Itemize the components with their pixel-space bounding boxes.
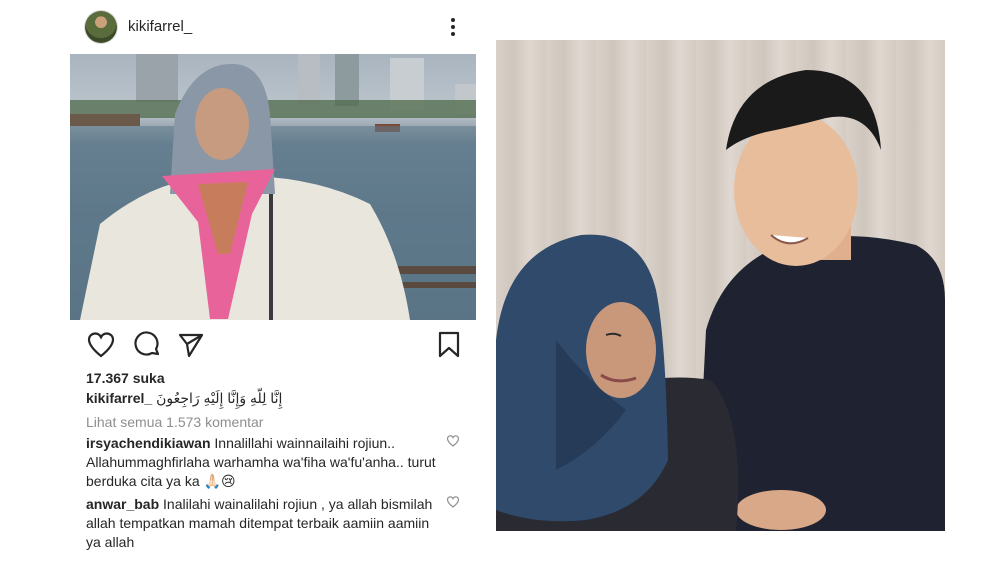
send-icon[interactable] [176,330,206,360]
comment-icon[interactable] [132,330,162,360]
bookmark-icon[interactable] [434,330,464,360]
avatar[interactable] [85,11,117,43]
post-header: kikifarrel_ [70,10,476,44]
post-username[interactable]: kikifarrel_ [128,18,192,35]
secondary-photo [496,40,945,531]
comment-item: anwar_bab Inalilahi wainalilahi rojiun ,… [86,495,446,552]
post-photo-illustration [70,54,476,320]
caption: kikifarrel_ إِنَّا لِلّهِ وَإِنَّا إِلَي… [86,390,466,407]
comment-like-heart-icon[interactable] [446,434,460,448]
post-photo[interactable] [70,54,476,320]
post-actions [70,330,476,360]
instagram-post: kikifarrel_ 17.367 suka kikifarrel_ إِنَ… [70,0,476,569]
caption-username[interactable]: kikifarrel_ [86,390,152,406]
heart-icon[interactable] [86,330,116,360]
comment-username[interactable]: irsyachendikiawan [86,435,211,451]
like-count[interactable]: 17.367 suka [86,370,165,386]
more-vertical-icon[interactable] [450,16,456,38]
secondary-photo-illustration [496,70,945,531]
comment-username[interactable]: anwar_bab [86,496,159,512]
view-all-comments-link[interactable]: Lihat semua 1.573 komentar [86,414,263,430]
comment-item: irsyachendikiawan Innalillahi wainnailai… [86,434,446,491]
comment-like-heart-icon[interactable] [446,495,460,509]
caption-text: إِنَّا لِلّهِ وَإِنَّا إِلَيْهِ رَاجِعُو… [156,390,283,406]
